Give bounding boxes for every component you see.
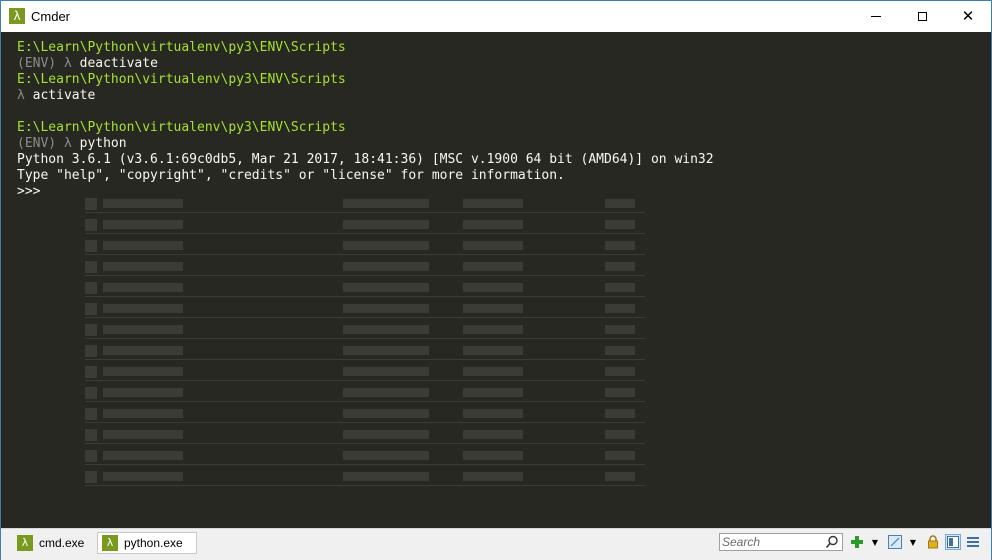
command-text: activate	[32, 88, 96, 103]
env-prefix: (ENV)	[17, 136, 64, 151]
tab-label: python.exe	[124, 536, 183, 550]
lambda-icon: λ	[102, 535, 118, 551]
new-console-dropdown[interactable]: ▼	[871, 534, 879, 550]
minimize-icon	[871, 15, 881, 17]
panel-icon	[947, 536, 959, 548]
lambda-prompt: λ	[63, 136, 80, 151]
ghost-row	[85, 238, 645, 255]
env-prefix: (ENV)	[17, 56, 64, 71]
command-text: python	[79, 136, 127, 151]
minimize-button[interactable]	[853, 1, 899, 31]
split-view-button[interactable]	[887, 534, 903, 550]
ghost-row	[85, 301, 645, 318]
hamburger-menu-icon	[967, 537, 979, 547]
ghost-row	[85, 406, 645, 423]
console-line-blank	[17, 104, 714, 120]
cmder-window: λ Cmder ✕ E:\Learn\Python\virtualenv\py3…	[0, 0, 992, 560]
ghost-row	[85, 280, 645, 297]
command-text: deactivate	[79, 56, 158, 71]
panel-toggle-button[interactable]	[945, 534, 961, 550]
search-input[interactable]	[722, 535, 822, 549]
search-icon[interactable]	[825, 535, 839, 549]
title-bar[interactable]: λ Cmder ✕	[1, 1, 991, 31]
lock-icon	[928, 535, 938, 549]
ghost-row	[85, 469, 645, 486]
maximize-button[interactable]	[899, 1, 945, 31]
console-line-path: E:\Learn\Python\virtualenv\py3\ENV\Scrip…	[17, 72, 714, 88]
console-output: E:\Learn\Python\virtualenv\py3\ENV\Scrip…	[17, 40, 714, 200]
status-bar: λ cmd.exe λ python.exe ▼	[1, 528, 991, 560]
console-line-path: E:\Learn\Python\virtualenv\py3\ENV\Scrip…	[17, 40, 714, 56]
console-line-prompt: λ activate	[17, 88, 714, 104]
lambda-prompt: λ	[17, 88, 33, 103]
python-repl-prompt: >>>	[17, 184, 41, 199]
ghost-row	[85, 343, 645, 360]
new-console-button[interactable]	[849, 534, 865, 550]
tab-cmd-exe[interactable]: λ cmd.exe	[13, 532, 93, 554]
current-path: E:\Learn\Python\virtualenv\py3\ENV\Scrip…	[17, 72, 346, 87]
python-help-text: Type "help", "copyright", "credits" or "…	[17, 168, 565, 183]
window-split-icon	[888, 535, 902, 549]
console-line-prompt: (ENV) λ python	[17, 136, 714, 152]
tab-python-exe[interactable]: λ python.exe	[97, 532, 197, 554]
lambda-icon: λ	[17, 535, 33, 551]
ghost-row	[85, 448, 645, 465]
search-box[interactable]	[719, 533, 843, 551]
terminal-console[interactable]: E:\Learn\Python\virtualenv\py3\ENV\Scrip…	[1, 32, 991, 528]
console-line-output: Type "help", "copyright", "credits" or "…	[17, 168, 714, 184]
maximize-icon	[917, 11, 927, 21]
lambda-prompt: λ	[63, 56, 80, 71]
cmder-lambda-icon: λ	[9, 8, 25, 24]
window-title: Cmder	[31, 8, 71, 24]
ghost-row	[85, 364, 645, 381]
python-version-text: Python 3.6.1 (v3.6.1:69c0db5, Mar 21 201…	[17, 152, 714, 167]
lock-button[interactable]	[925, 534, 941, 550]
ghost-row	[85, 385, 645, 402]
ghost-row	[85, 259, 645, 276]
tab-label: cmd.exe	[39, 536, 85, 550]
split-view-dropdown[interactable]: ▼	[909, 534, 917, 550]
plus-icon	[851, 536, 863, 548]
close-icon: ✕	[961, 6, 975, 25]
ghost-row	[85, 217, 645, 234]
window-controls: ✕	[853, 1, 991, 31]
current-path: E:\Learn\Python\virtualenv\py3\ENV\Scrip…	[17, 40, 346, 55]
ghost-row	[85, 427, 645, 444]
current-path: E:\Learn\Python\virtualenv\py3\ENV\Scrip…	[17, 120, 346, 135]
close-button[interactable]: ✕	[945, 1, 991, 31]
ghost-row	[85, 322, 645, 339]
console-line-output: >>>	[17, 184, 714, 200]
menu-button[interactable]	[965, 534, 981, 550]
console-line-prompt: (ENV) λ deactivate	[17, 56, 714, 72]
console-line-output: Python 3.6.1 (v3.6.1:69c0db5, Mar 21 201…	[17, 152, 714, 168]
console-line-path: E:\Learn\Python\virtualenv\py3\ENV\Scrip…	[17, 120, 714, 136]
